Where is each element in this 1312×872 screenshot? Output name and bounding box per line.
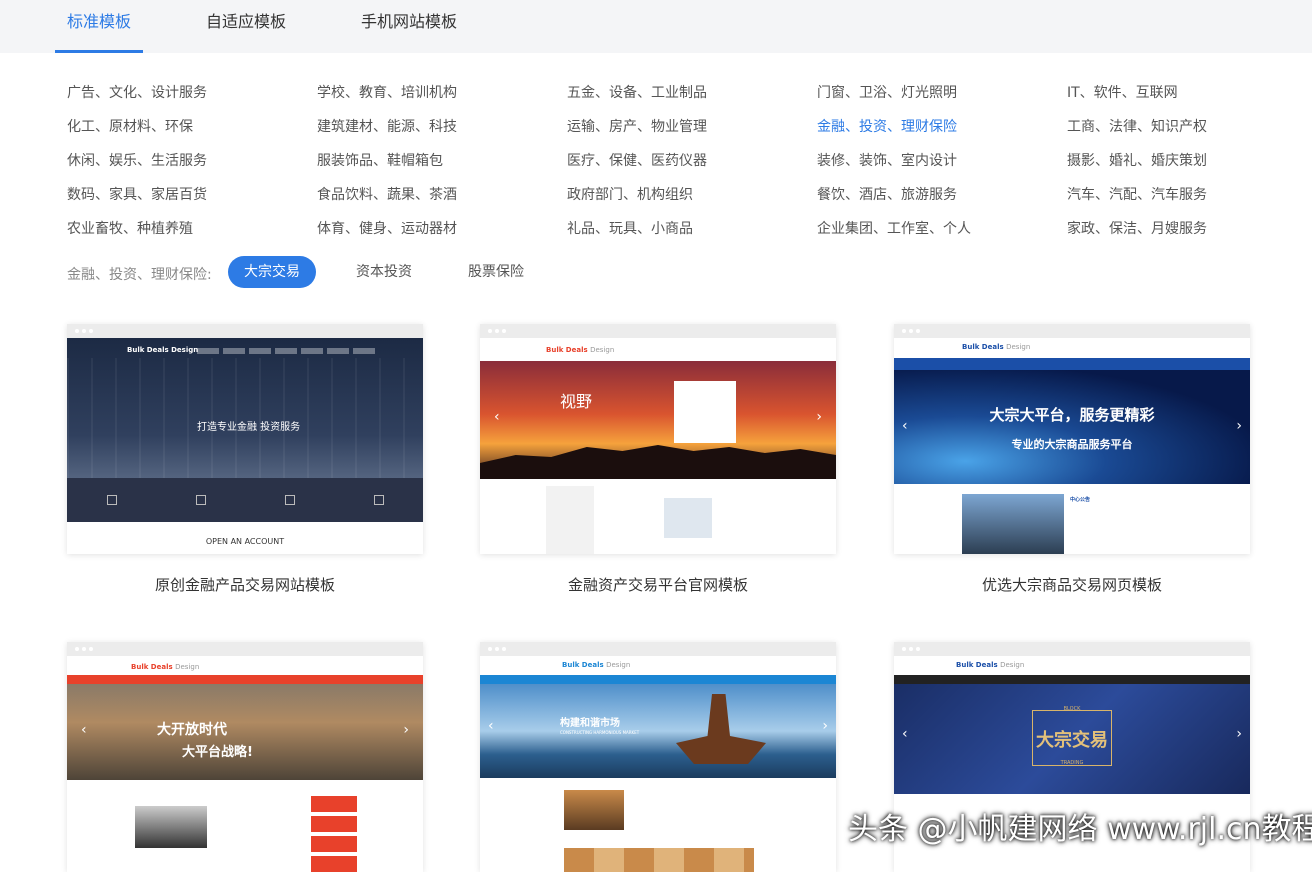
mock-headline: 视野	[560, 392, 593, 411]
subcategory-filter: 金融、投资、理财保险: 大宗交易 资本投资 股票保险	[0, 256, 1312, 288]
category-link[interactable]: 数码、家具、家居百货	[67, 184, 207, 204]
category-link[interactable]: 装修、装饰、室内设计	[817, 150, 957, 170]
category-link[interactable]: 五金、设备、工业制品	[567, 82, 707, 102]
template-title[interactable]: 优选大宗商品交易网页模板	[894, 574, 1250, 595]
category-link[interactable]: 门窗、卫浴、灯光照明	[817, 82, 957, 102]
watermark: 头条 @小帆建网络 www.rjl.cn教程网	[848, 812, 1312, 847]
category-link[interactable]: 服装饰品、鞋帽箱包	[317, 150, 443, 170]
filter-capital-investment[interactable]: 资本投资	[340, 256, 428, 288]
mock-headline: 构建和谐市场	[560, 718, 620, 729]
category-link[interactable]: 摄影、婚礼、婚庆策划	[1067, 150, 1207, 170]
template-type-tabs: 标准模板 自适应模板 手机网站模板	[0, 0, 1312, 53]
category-link[interactable]: 医疗、保健、医药仪器	[567, 150, 707, 170]
template-title[interactable]: 原创金融产品交易网站模板	[67, 574, 423, 595]
mock-subheadline: 大平台战略!	[182, 745, 253, 760]
category-link[interactable]: 化工、原材料、环保	[67, 116, 193, 136]
filter-bulk-trading[interactable]: 大宗交易	[228, 256, 316, 288]
category-link[interactable]: 建筑建材、能源、科技	[317, 116, 457, 136]
category-link[interactable]: 礼品、玩具、小商品	[567, 218, 693, 238]
category-link[interactable]: 餐饮、酒店、旅游服务	[817, 184, 957, 204]
mock-panel-title: 中心公告	[1070, 497, 1091, 503]
mock-headline: 大宗交易	[1036, 730, 1108, 751]
mock-subheadline: 专业的大宗商品服务平台	[1011, 438, 1133, 451]
category-link-selected[interactable]: 金融、投资、理财保险	[817, 116, 957, 136]
filter-stock-insurance[interactable]: 股票保险	[452, 256, 540, 288]
category-link[interactable]: 休闲、娱乐、生活服务	[67, 150, 207, 170]
category-link[interactable]: IT、软件、互联网	[1067, 82, 1178, 102]
category-link[interactable]: 体育、健身、运动器材	[317, 218, 457, 238]
category-link[interactable]: 广告、文化、设计服务	[67, 82, 207, 102]
template-title[interactable]: 金融资产交易平台官网模板	[480, 574, 836, 595]
template-thumbnail[interactable]: Bulk Deals Design 打造专业金融 投资服务 OPEN AN AC…	[67, 324, 423, 554]
subcategory-label: 金融、投资、理财保险:	[67, 267, 212, 283]
mock-logo: Bulk Deals Design	[562, 661, 631, 669]
tab-mobile[interactable]: 手机网站模板	[361, 0, 457, 53]
mock-headline: 打造专业金融 投资服务	[197, 422, 301, 433]
category-link[interactable]: 政府部门、机构组织	[567, 184, 693, 204]
category-link[interactable]: 农业畜牧、种植养殖	[67, 218, 193, 238]
mock-headline: 大宗大平台，服务更精彩	[989, 406, 1155, 424]
mock-headline: 大开放时代	[157, 722, 227, 738]
mock-logo: Bulk Deals Design	[127, 346, 199, 354]
mock-subheadline: CONSTRUCTING HARMONIOUS MARKET	[560, 730, 640, 735]
category-link[interactable]: 运输、房产、物业管理	[567, 116, 707, 136]
template-thumbnail[interactable]: Bulk Deals Design 视野 ‹ ›	[480, 324, 836, 554]
category-link[interactable]: 食品饮料、蔬果、茶酒	[317, 184, 457, 204]
mock-badge-top: BLOCK	[1063, 706, 1081, 712]
category-link[interactable]: 汽车、汽配、汽车服务	[1067, 184, 1207, 204]
mock-logo: Bulk Deals Design	[956, 661, 1025, 669]
category-link[interactable]: 工商、法律、知识产权	[1067, 116, 1207, 136]
template-thumbnail[interactable]: Bulk Deals Design 大开放时代 大平台战略! ‹ ›	[67, 642, 423, 872]
tab-standard[interactable]: 标准模板	[55, 0, 143, 53]
category-link[interactable]: 企业集团、工作室、个人	[817, 218, 971, 238]
category-link[interactable]: 家政、保洁、月嫂服务	[1067, 218, 1207, 238]
template-thumbnail[interactable]: Bulk Deals Design 大宗大平台，服务更精彩 专业的大宗商品服务平…	[894, 324, 1250, 554]
mock-badge-bottom: TRADING	[1060, 760, 1084, 766]
mock-logo: Bulk Deals Design	[131, 663, 200, 671]
template-thumbnail[interactable]: Bulk Deals Design 构建和谐市场 CONSTRUCTING HA…	[480, 642, 836, 872]
mock-footer: OPEN AN ACCOUNT	[67, 522, 423, 554]
category-link[interactable]: 学校、教育、培训机构	[317, 82, 457, 102]
mock-logo: Bulk Deals Design	[962, 343, 1031, 351]
mock-logo: Bulk Deals Design	[546, 346, 615, 354]
tab-responsive[interactable]: 自适应模板	[206, 0, 286, 53]
